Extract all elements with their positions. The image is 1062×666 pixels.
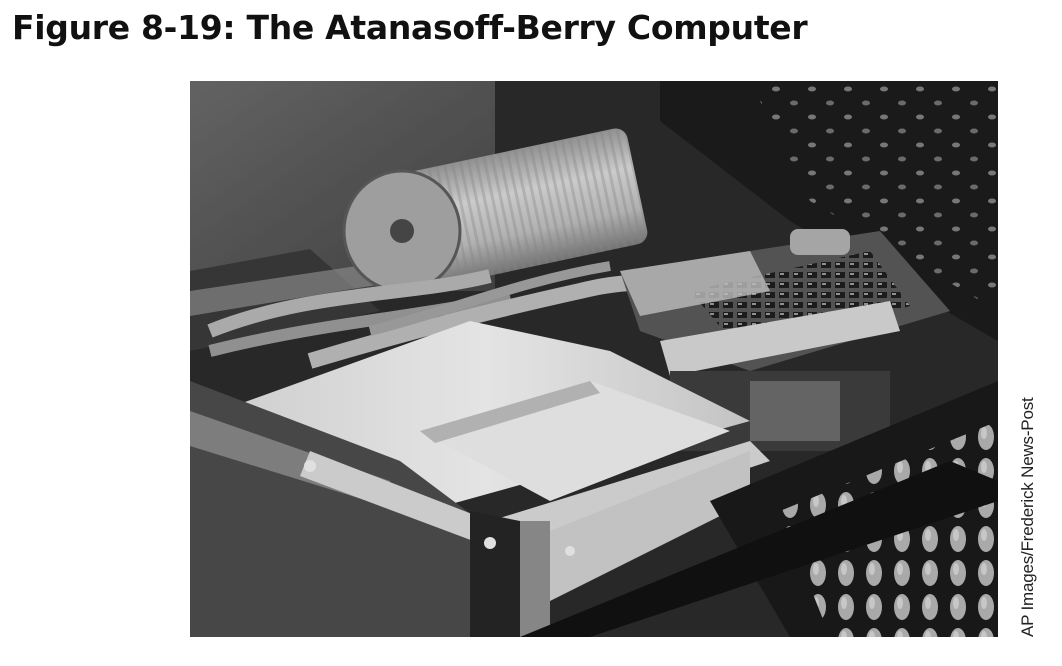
figure-title: Figure 8-19: The Atanasoff-Berry Compute… [12,8,808,47]
computer-photo [190,81,998,637]
photo-credit: AP Images/Frederick News-Post [1018,397,1037,637]
